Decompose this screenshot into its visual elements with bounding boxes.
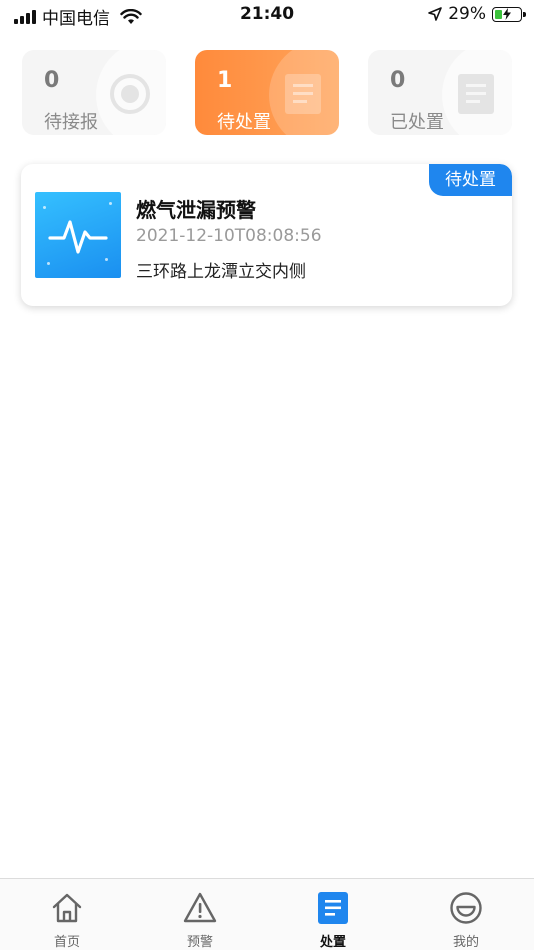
pulse-icon — [48, 220, 108, 254]
stat-pending-handle[interactable]: 1 待处置 — [195, 50, 339, 135]
bottom-tab-bar: 首页 预警 处置 我的 — [0, 878, 534, 950]
tab-label: 我的 — [452, 935, 479, 950]
document-icon — [285, 74, 321, 114]
smile-icon — [450, 892, 482, 924]
alert-card[interactable]: 待处置 燃气泄漏预警 2021-12-10T08:08:56 三环路上龙潭立交内… — [21, 164, 512, 306]
stat-label: 待接报 — [44, 112, 98, 133]
status-badge: 待处置 — [429, 164, 512, 196]
record-icon — [110, 74, 150, 114]
tab-label: 预警 — [186, 935, 213, 950]
alert-thumbnail — [35, 192, 121, 278]
tab-handle[interactable]: 处置 — [266, 879, 400, 950]
list-doc-icon — [318, 892, 348, 924]
stat-count: 0 — [44, 68, 60, 93]
tab-home[interactable]: 首页 — [0, 879, 134, 950]
tab-label: 处置 — [319, 935, 346, 950]
battery-percent: 29% — [448, 4, 486, 24]
stat-count: 0 — [390, 68, 406, 93]
stat-handled[interactable]: 0 已处置 — [368, 50, 512, 135]
charging-bolt-icon — [503, 7, 511, 20]
status-bar: 中国电信 21:40 29% — [0, 0, 534, 30]
battery-icon — [492, 6, 526, 22]
alert-title: 燃气泄漏预警 — [136, 198, 256, 222]
tab-label: 首页 — [53, 935, 80, 950]
alert-time: 2021-12-10T08:08:56 — [136, 226, 322, 246]
document-icon — [458, 74, 494, 114]
stat-pending-report[interactable]: 0 待接报 — [22, 50, 166, 135]
status-right: 29% — [428, 4, 526, 24]
stat-count: 1 — [217, 68, 233, 93]
stat-label: 待处置 — [217, 112, 271, 133]
alert-address: 三环路上龙潭立交内侧 — [136, 262, 306, 282]
tab-warning[interactable]: 预警 — [133, 879, 267, 950]
location-arrow-icon — [428, 7, 443, 21]
tab-mine[interactable]: 我的 — [399, 879, 533, 950]
stat-label: 已处置 — [390, 112, 444, 133]
warning-icon — [183, 892, 217, 923]
home-icon — [52, 893, 82, 923]
